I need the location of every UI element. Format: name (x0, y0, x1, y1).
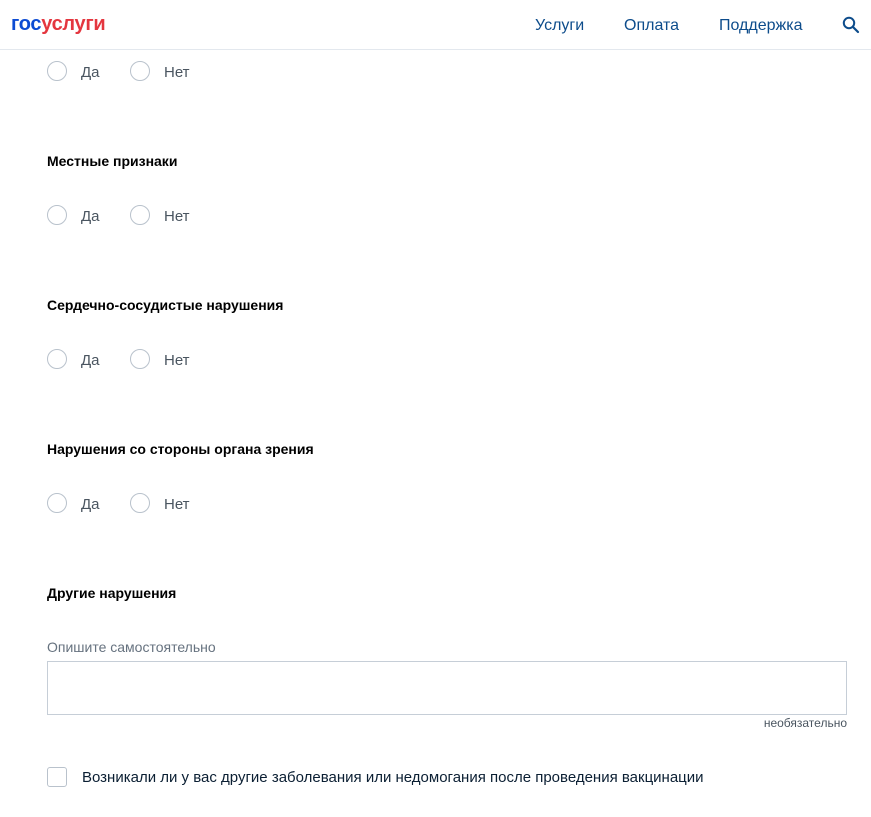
section-title-other-violations: Другие нарушения (47, 585, 177, 601)
search-icon[interactable] (842, 16, 860, 34)
radio-label-yes: Да (81, 64, 100, 81)
other-illnesses-checkbox-label[interactable]: Возникали ли у вас другие заболевания ил… (82, 769, 704, 787)
radio-circle[interactable] (130, 493, 150, 513)
radio-circle[interactable] (47, 493, 67, 513)
nav-support[interactable]: Поддержка (719, 16, 802, 36)
section-title-local-signs: Местные признаки (47, 153, 178, 169)
radio-circle[interactable] (130, 349, 150, 369)
other-illnesses-checkbox[interactable] (47, 767, 67, 787)
radio-circle[interactable] (130, 205, 150, 225)
radio-circle[interactable] (47, 205, 67, 225)
logo-part-gos: гос (11, 13, 42, 35)
other-violations-label: Опишите самостоятельно (47, 639, 216, 655)
radio-label-no: Нет (164, 208, 190, 225)
radio-group-vision: Да Нет (47, 493, 347, 515)
nav-payment[interactable]: Оплата (624, 16, 679, 36)
radio-group-local-signs: Да Нет (47, 205, 347, 227)
radio-circle[interactable] (47, 349, 67, 369)
radio-label-no: Нет (164, 496, 190, 513)
radio-label-yes: Да (81, 208, 100, 225)
radio-group-cardiovascular: Да Нет (47, 349, 347, 371)
nav-services[interactable]: Услуги (535, 16, 584, 36)
radio-label-no: Нет (164, 352, 190, 369)
radio-circle[interactable] (130, 61, 150, 81)
other-violations-textarea[interactable] (47, 661, 847, 715)
optional-hint: необязательно (763, 716, 847, 730)
logo-part-uslugi: услуги (41, 13, 106, 35)
radio-label-no: Нет (164, 64, 190, 81)
section-title-cardiovascular: Сердечно-сосудистые нарушения (47, 297, 284, 313)
radio-label-yes: Да (81, 352, 100, 369)
section-title-vision: Нарушения со стороны органа зрения (47, 441, 314, 457)
radio-circle[interactable] (47, 61, 67, 81)
radio-label-yes: Да (81, 496, 100, 513)
gosuslugi-logo[interactable]: госуслуги (11, 12, 106, 36)
top-header: госуслуги Услуги Оплата Поддержка (0, 0, 871, 50)
radio-group-previous: Да Нет (47, 61, 347, 83)
